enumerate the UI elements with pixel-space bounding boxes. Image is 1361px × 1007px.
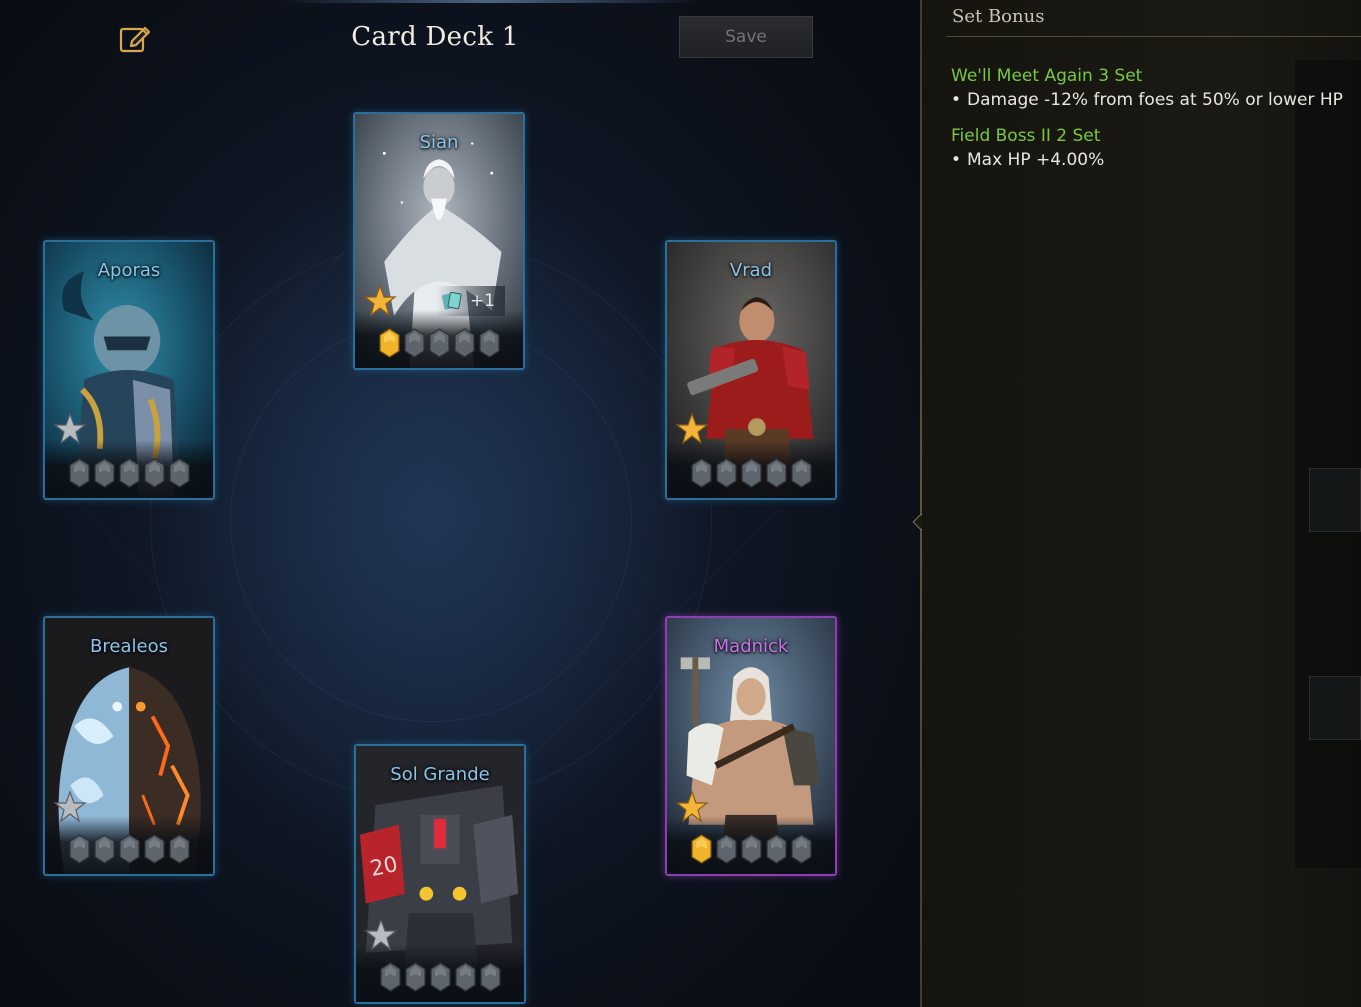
awakening-gem-filled-icon — [378, 328, 400, 358]
card-brealeos[interactable]: Brealeos — [43, 616, 215, 876]
awakening-gem-empty-icon — [379, 962, 401, 992]
silver-star-icon — [364, 918, 398, 951]
awakening-gem-empty-icon — [428, 328, 450, 358]
awakening-gem-empty-icon — [118, 834, 140, 864]
side-slot — [1309, 468, 1361, 532]
set-bonus-item: Field Boss II 2 Set • Max HP +4.00% — [951, 124, 1356, 172]
set-bonus-item: We'll Meet Again 3 Set • Damage -12% fro… — [951, 64, 1356, 112]
card-madnick[interactable]: Madnick — [665, 616, 837, 876]
set-bonus-title: Set Bonus — [952, 6, 1045, 27]
set-bonus-name: Field Boss II 2 Set — [951, 126, 1101, 146]
awakening-gem-empty-icon — [403, 328, 425, 358]
edit-note-icon — [119, 26, 151, 53]
card-name: Madnick — [713, 636, 789, 657]
side-slot — [1309, 676, 1361, 740]
card-name: Brealeos — [90, 636, 168, 657]
set-bonus-effect-text: Damage -12% from foes at 50% or lower HP — [967, 90, 1343, 110]
awakening-gem-empty-icon — [68, 834, 90, 864]
card-name: Sol Grande — [390, 764, 490, 785]
awakening-gem-empty-icon — [93, 458, 115, 488]
awakening-gem-empty-icon — [68, 458, 90, 488]
awakening-gem-empty-icon — [690, 458, 712, 488]
awakening-gem-empty-icon — [479, 962, 501, 992]
awakening-gem-empty-icon — [118, 458, 140, 488]
gold-star-icon — [363, 284, 397, 317]
gold-star-icon — [675, 412, 709, 445]
awakening-gem-empty-icon — [478, 328, 500, 358]
card-name: Sian — [419, 132, 459, 153]
awakening-gems — [667, 458, 835, 488]
set-bonus-effect-text: Max HP +4.00% — [967, 150, 1105, 170]
awakening-gems — [45, 458, 213, 488]
bullet-icon: • — [951, 90, 962, 110]
card-name: Aporas — [97, 260, 161, 281]
awakening-gem-empty-icon — [740, 458, 762, 488]
awakening-gem-empty-icon — [740, 834, 762, 864]
awakening-gem-empty-icon — [715, 458, 737, 488]
set-bonus-list: We'll Meet Again 3 Set • Damage -12% fro… — [951, 64, 1356, 184]
awakening-gem-empty-icon — [404, 962, 426, 992]
top-glow — [280, 0, 700, 3]
awakening-gem-empty-icon — [429, 962, 451, 992]
awakening-gem-empty-icon — [168, 834, 190, 864]
awakening-gem-empty-icon — [454, 962, 476, 992]
card-aporas[interactable]: Aporas — [43, 240, 215, 500]
awakening-gem-empty-icon — [765, 834, 787, 864]
card-vrad[interactable]: Vrad — [665, 240, 837, 500]
deck-area: Card Deck 1 Save Sian +1 Aporas Vrad Bre… — [0, 0, 920, 1007]
gold-star-icon — [675, 790, 709, 823]
awakening-gem-empty-icon — [715, 834, 737, 864]
awakening-gem-empty-icon — [453, 328, 475, 358]
silver-star-icon — [53, 790, 87, 823]
awakening-gems — [667, 834, 835, 864]
awakening-gems — [45, 834, 213, 864]
card-count-badge: +1 — [435, 286, 505, 316]
silver-star-icon — [53, 412, 87, 445]
card-name: Vrad — [729, 260, 773, 281]
awakening-gem-empty-icon — [143, 458, 165, 488]
awakening-gem-empty-icon — [168, 458, 190, 488]
awakening-gems — [356, 962, 524, 992]
save-button[interactable]: Save — [679, 16, 813, 58]
awakening-gem-empty-icon — [790, 834, 812, 864]
bullet-icon: • — [951, 150, 962, 170]
card-sol-grande[interactable]: 20 Sol Grande — [354, 744, 526, 1004]
awakening-gem-empty-icon — [143, 834, 165, 864]
edit-deck-name-button[interactable] — [117, 20, 155, 56]
deck-title: Card Deck 1 — [351, 22, 519, 52]
card-count-text: +1 — [469, 291, 495, 311]
card-sian[interactable]: Sian +1 — [353, 112, 525, 370]
awakening-gem-empty-icon — [790, 458, 812, 488]
awakening-gem-empty-icon — [93, 834, 115, 864]
awakening-gem-filled-icon — [690, 834, 712, 864]
set-bonus-name: We'll Meet Again 3 Set — [951, 66, 1143, 86]
set-bonus-effect: • Max HP +4.00% — [951, 148, 1356, 172]
awakening-gem-empty-icon — [765, 458, 787, 488]
awakening-gems — [355, 328, 523, 358]
card-stack-icon — [441, 291, 462, 310]
set-bonus-effect: • Damage -12% from foes at 50% or lower … — [951, 88, 1356, 112]
